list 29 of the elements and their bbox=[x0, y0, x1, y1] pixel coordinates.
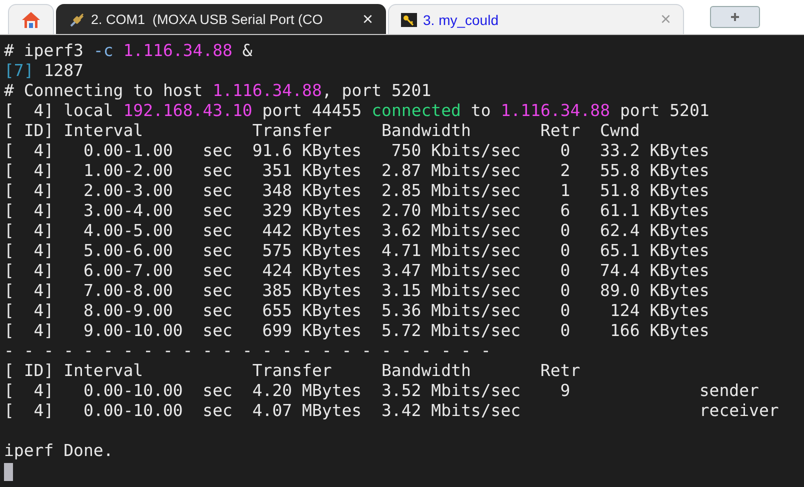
terminal-line: - - - - - - - - - - - - - - - - - - - - - - - - - bbox=[4, 341, 491, 360]
terminal-line: [ ID] Interval Transfer Bandwidth Retr Cwnd bbox=[4, 121, 640, 140]
terminal-line: [ 4] 9.00-10.00 sec 699 KBytes 5.72 Mbits/sec 0 166 KBytes bbox=[4, 321, 710, 340]
terminal-line: iperf Done. bbox=[4, 441, 114, 460]
terminal-line: [ 4] 3.00-4.00 sec 329 KBytes 2.70 Mbits/sec 6 61.1 KBytes bbox=[4, 201, 710, 220]
house-icon bbox=[21, 10, 41, 28]
terminal-line: # Connecting to host 1.116.34.88, port 5201 bbox=[4, 81, 432, 100]
home-tab[interactable] bbox=[8, 4, 54, 34]
plug-icon bbox=[69, 12, 85, 28]
session-tab[interactable]: 2. COM1 (MOXA USB Serial Port (CO × bbox=[56, 4, 386, 34]
terminal-line: [ 4] 6.00-7.00 sec 424 KBytes 3.47 Mbits/sec 0 74.4 KBytes bbox=[4, 261, 710, 280]
terminal-line: [ 4] 8.00-9.00 sec 655 KBytes 5.36 Mbits/sec 0 124 KBytes bbox=[4, 301, 710, 320]
terminal-line: [ ID] Interval Transfer Bandwidth Retr bbox=[4, 361, 580, 380]
terminal-line: [ 4] 1.00-2.00 sec 351 KBytes 2.87 Mbits/sec 2 55.8 KBytes bbox=[4, 161, 710, 180]
new-tab-button[interactable] bbox=[710, 6, 760, 28]
terminal-line: [ 4] local 192.168.43.10 port 44455 connected to 1.116.34.88 port 5201 bbox=[4, 101, 710, 120]
terminal-line: [ 4] 2.00-3.00 sec 348 KBytes 2.85 Mbits/sec 1 51.8 KBytes bbox=[4, 181, 710, 200]
terminal-line: [ 4] 5.00-6.00 sec 575 KBytes 4.71 Mbits/sec 0 65.1 KBytes bbox=[4, 241, 710, 260]
terminal-line: [ 4] 0.00-10.00 sec 4.20 MBytes 3.52 Mbits/sec 9 sender bbox=[4, 381, 759, 400]
terminal-line: [ 4] 0.00-10.00 sec 4.07 MBytes 3.42 Mbits/sec receiver bbox=[4, 401, 779, 420]
session-tab[interactable]: 3. my_could × bbox=[388, 4, 684, 34]
terminal-line: # iperf3 -c 1.116.34.88 & bbox=[4, 41, 252, 60]
close-tab-button[interactable]: × bbox=[358, 9, 377, 30]
terminal-line: [ 4] 7.00-8.00 sec 385 KBytes 3.15 Mbits/sec 0 89.0 KBytes bbox=[4, 281, 710, 300]
terminal-line: [ 4] 0.00-1.00 sec 91.6 KBytes 750 Kbits/sec 0 33.2 KBytes bbox=[4, 141, 710, 160]
terminal-line: [7] 1287 bbox=[4, 61, 84, 80]
key-icon bbox=[401, 12, 417, 26]
plus-icon bbox=[730, 12, 740, 22]
terminal-line: [ 4] 4.00-5.00 sec 442 KBytes 3.62 Mbits/sec 0 62.4 KBytes bbox=[4, 221, 710, 240]
